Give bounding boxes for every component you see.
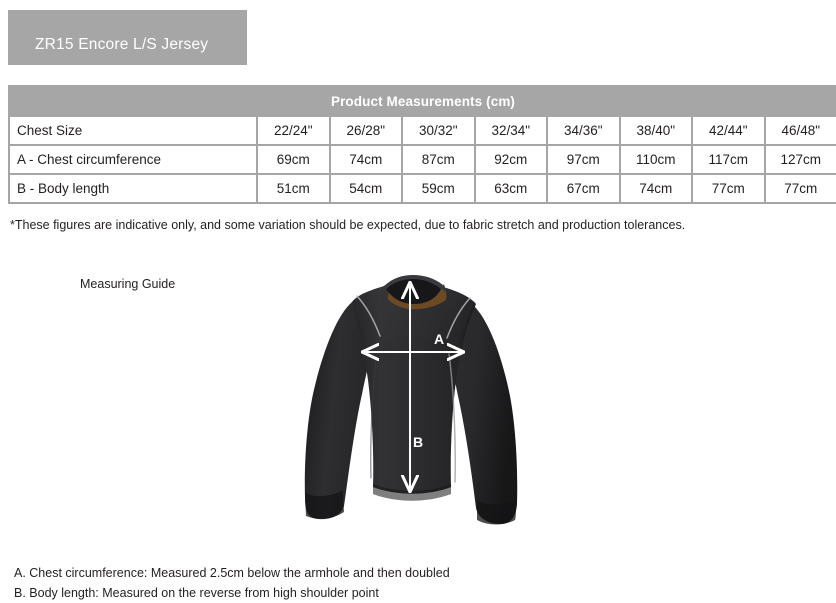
table-caption-row: Product Measurements (cm) bbox=[9, 86, 836, 116]
measurement-label-b: B bbox=[413, 434, 423, 450]
cell-body-length: 54cm bbox=[330, 174, 403, 203]
row-label-chest-size: Chest Size bbox=[9, 116, 257, 145]
table-row: B - Body length 51cm 54cm 59cm 63cm 67cm… bbox=[9, 174, 836, 203]
cell-chest-circumference: 117cm bbox=[692, 145, 765, 174]
row-label-body-length: B - Body length bbox=[9, 174, 257, 203]
cell-body-length: 51cm bbox=[257, 174, 330, 203]
cell-body-length: 77cm bbox=[765, 174, 836, 203]
cell-body-length: 67cm bbox=[547, 174, 620, 203]
definition-b: B. Body length: Measured on the reverse … bbox=[14, 583, 450, 603]
cell-body-length: 59cm bbox=[402, 174, 475, 203]
cell-chest-circumference: 69cm bbox=[257, 145, 330, 174]
cell-chest-size: 46/48" bbox=[765, 116, 836, 145]
measurement-label-a: A bbox=[434, 331, 444, 347]
cell-chest-size: 38/40" bbox=[620, 116, 693, 145]
table-row: Chest Size 22/24" 26/28" 30/32" 32/34" 3… bbox=[9, 116, 836, 145]
cell-body-length: 63cm bbox=[475, 174, 548, 203]
cell-chest-circumference: 110cm bbox=[620, 145, 693, 174]
cell-chest-size: 32/34" bbox=[475, 116, 548, 145]
cell-chest-circumference: 87cm bbox=[402, 145, 475, 174]
table-row: A - Chest circumference 69cm 74cm 87cm 9… bbox=[9, 145, 836, 174]
table-caption: Product Measurements (cm) bbox=[9, 86, 836, 116]
cell-chest-size: 42/44" bbox=[692, 116, 765, 145]
definition-a: A. Chest circumference: Measured 2.5cm b… bbox=[14, 563, 450, 583]
cell-chest-circumference: 97cm bbox=[547, 145, 620, 174]
cell-chest-circumference: 74cm bbox=[330, 145, 403, 174]
product-title-tab: ZR15 Encore L/S Jersey bbox=[8, 10, 247, 65]
jersey-measuring-diagram: A B bbox=[296, 262, 536, 534]
measurement-definitions: A. Chest circumference: Measured 2.5cm b… bbox=[14, 563, 450, 603]
page-title: ZR15 Encore L/S Jersey bbox=[35, 36, 208, 54]
cell-body-length: 74cm bbox=[620, 174, 693, 203]
indicative-figures-note: *These figures are indicative only, and … bbox=[10, 218, 685, 232]
cell-chest-size: 30/32" bbox=[402, 116, 475, 145]
cell-body-length: 77cm bbox=[692, 174, 765, 203]
row-label-chest-circumference: A - Chest circumference bbox=[9, 145, 257, 174]
product-measurements-table: Product Measurements (cm) Chest Size 22/… bbox=[8, 85, 836, 204]
measuring-guide-label: Measuring Guide bbox=[80, 277, 175, 291]
cell-chest-circumference: 127cm bbox=[765, 145, 836, 174]
cell-chest-size: 34/36" bbox=[547, 116, 620, 145]
cell-chest-circumference: 92cm bbox=[475, 145, 548, 174]
cell-chest-size: 26/28" bbox=[330, 116, 403, 145]
cell-chest-size: 22/24" bbox=[257, 116, 330, 145]
